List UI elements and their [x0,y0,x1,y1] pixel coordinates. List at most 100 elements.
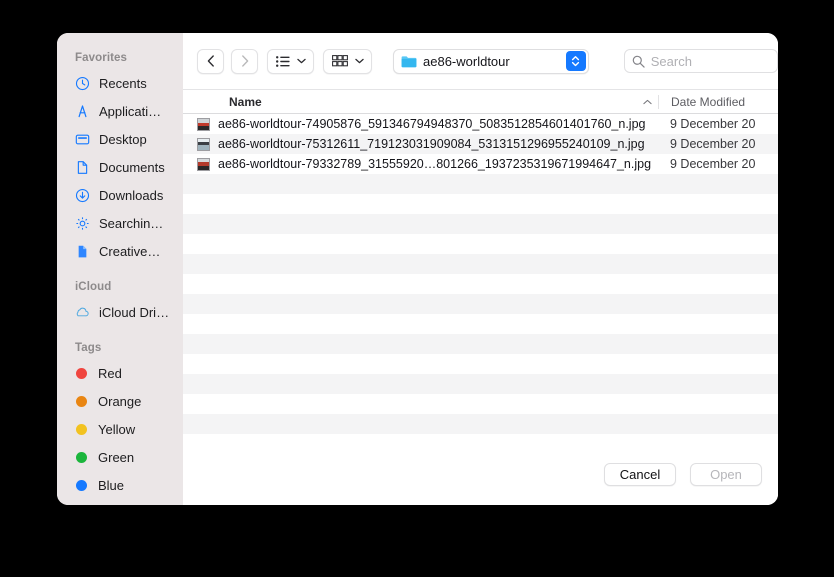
chevron-up-icon [636,99,658,105]
sidebar-item-downloads[interactable]: Downloads [57,181,183,209]
gear-icon [74,215,90,231]
forward-button[interactable] [231,48,258,74]
chevron-down-icon [297,58,306,64]
sidebar-item-creative[interactable]: Creative… [57,237,183,265]
search-input[interactable]: Search [623,49,778,73]
sidebar-item-label: Green [98,449,135,465]
empty-row [183,234,778,254]
sidebar-item-label: iCloud Dri… [99,304,170,320]
table-row[interactable]: ae86-worldtour-75312611_719123031909084_… [183,134,778,154]
path-popup-button[interactable]: ae86-worldtour [393,48,589,74]
sidebar-section-title-icloud: iCloud [75,281,112,293]
file-name-label: ae86-worldtour-74905876_591346794948370_… [218,117,646,131]
column-header-name[interactable]: Name [183,95,636,109]
file-list[interactable]: ae86-worldtour-74905876_591346794948370_… [183,114,778,443]
path-label: ae86-worldtour [423,53,510,69]
empty-row [183,434,778,443]
sidebar-item-label: Recents [99,75,147,91]
image-thumbnail-icon [197,137,210,151]
file-name-cell: ae86-worldtour-75312611_719123031909084_… [183,137,658,151]
empty-row [183,394,778,414]
chevron-left-icon [207,55,214,67]
empty-row [183,294,778,314]
tag-dot-icon [76,395,87,407]
list-view-button[interactable] [267,48,314,74]
column-header-date-modified[interactable]: Date Modified [658,94,778,109]
file-name-label: ae86-worldtour-79332789_31555920…801266_… [218,157,652,171]
sidebar-section-title-tags: Tags [75,342,102,354]
file-date-cell: 9 December 20 [670,137,756,151]
document-icon [74,159,90,175]
empty-row [183,334,778,354]
tag-dot-icon [76,423,87,435]
tag-dot-icon [76,479,87,491]
table-row[interactable]: ae86-worldtour-74905876_591346794948370_… [183,114,778,134]
sidebar-item-label: Searchin… [99,215,164,231]
cancel-button[interactable]: Cancel [604,462,676,486]
file-name-label: ae86-worldtour-75312611_719123031909084_… [218,137,645,151]
sidebar-item-tag-blue[interactable]: Blue [57,471,183,499]
sidebar-item-label: Red [98,365,122,381]
sidebar-item-label: Documents [99,159,165,175]
sidebar-item-desktop[interactable]: Desktop [57,125,183,153]
list-view-icon [276,55,290,67]
sidebar-item-label: Applicati… [99,103,162,119]
sidebar-item-label: Creative… [99,243,161,259]
image-thumbnail-icon [197,117,210,131]
gallery-view-button[interactable] [323,48,372,74]
gallery-view-icon [332,55,348,67]
cloud-icon [74,304,90,320]
open-file-dialog: Favorites Recents Applicati… Desktop Doc… [57,33,778,505]
empty-row [183,214,778,234]
sidebar-section-title-favorites: Favorites [75,52,128,64]
sidebar-item-label: Yellow [98,421,136,437]
sidebar-item-label: Downloads [99,187,164,203]
sidebar-item-tag-red[interactable]: Red [57,359,183,387]
file-name-cell: ae86-worldtour-79332789_31555920…801266_… [183,157,658,171]
sidebar-item-label: Orange [98,393,142,409]
applications-icon [74,103,90,119]
sidebar-item-icloud-drive[interactable]: iCloud Dri… [57,298,183,326]
file-date-cell: 9 December 20 [670,157,756,171]
navigation-buttons [197,48,258,74]
download-icon [74,187,90,203]
sidebar-item-recents[interactable]: Recents [57,69,183,97]
desktop-icon [74,131,90,147]
dialog-footer: Cancel Open [183,443,778,505]
empty-row [183,414,778,434]
file-name-cell: ae86-worldtour-74905876_591346794948370_… [183,117,658,131]
back-button[interactable] [197,48,224,74]
sidebar: Favorites Recents Applicati… Desktop Doc… [57,33,183,505]
sidebar-item-searching[interactable]: Searchin… [57,209,183,237]
empty-row [183,314,778,334]
sidebar-item-documents[interactable]: Documents [57,153,183,181]
search-placeholder: Search [650,53,692,69]
sidebar-item-applications[interactable]: Applicati… [57,97,183,125]
sidebar-item-label: Desktop [99,131,147,147]
search-icon [632,55,645,68]
sidebar-item-tag-yellow[interactable]: Yellow [57,415,183,443]
file-date-cell: 9 December 20 [670,117,756,131]
column-header-row: Name Date Modified [183,89,778,114]
file-filled-icon [74,243,90,259]
chevron-right-icon [241,55,248,67]
sidebar-item-tag-orange[interactable]: Orange [57,387,183,415]
open-button[interactable]: Open [690,462,762,486]
empty-row [183,354,778,374]
empty-row [183,174,778,194]
image-thumbnail-icon [197,157,210,171]
table-row[interactable]: ae86-worldtour-79332789_31555920…801266_… [183,154,778,174]
up-down-chevron-icon[interactable] [565,51,586,71]
toolbar: ae86-worldtour Search [183,33,778,89]
dialog-content: ae86-worldtour Search Name Date Modified [183,33,778,505]
empty-row [183,254,778,274]
chevron-down-icon [355,58,364,64]
empty-row [183,274,778,294]
clock-icon [74,75,90,91]
empty-row [183,194,778,214]
empty-row [183,374,778,394]
tag-dot-icon [76,367,87,379]
folder-icon [401,55,417,67]
sidebar-item-tag-green[interactable]: Green [57,443,183,471]
tag-dot-icon [76,451,87,463]
